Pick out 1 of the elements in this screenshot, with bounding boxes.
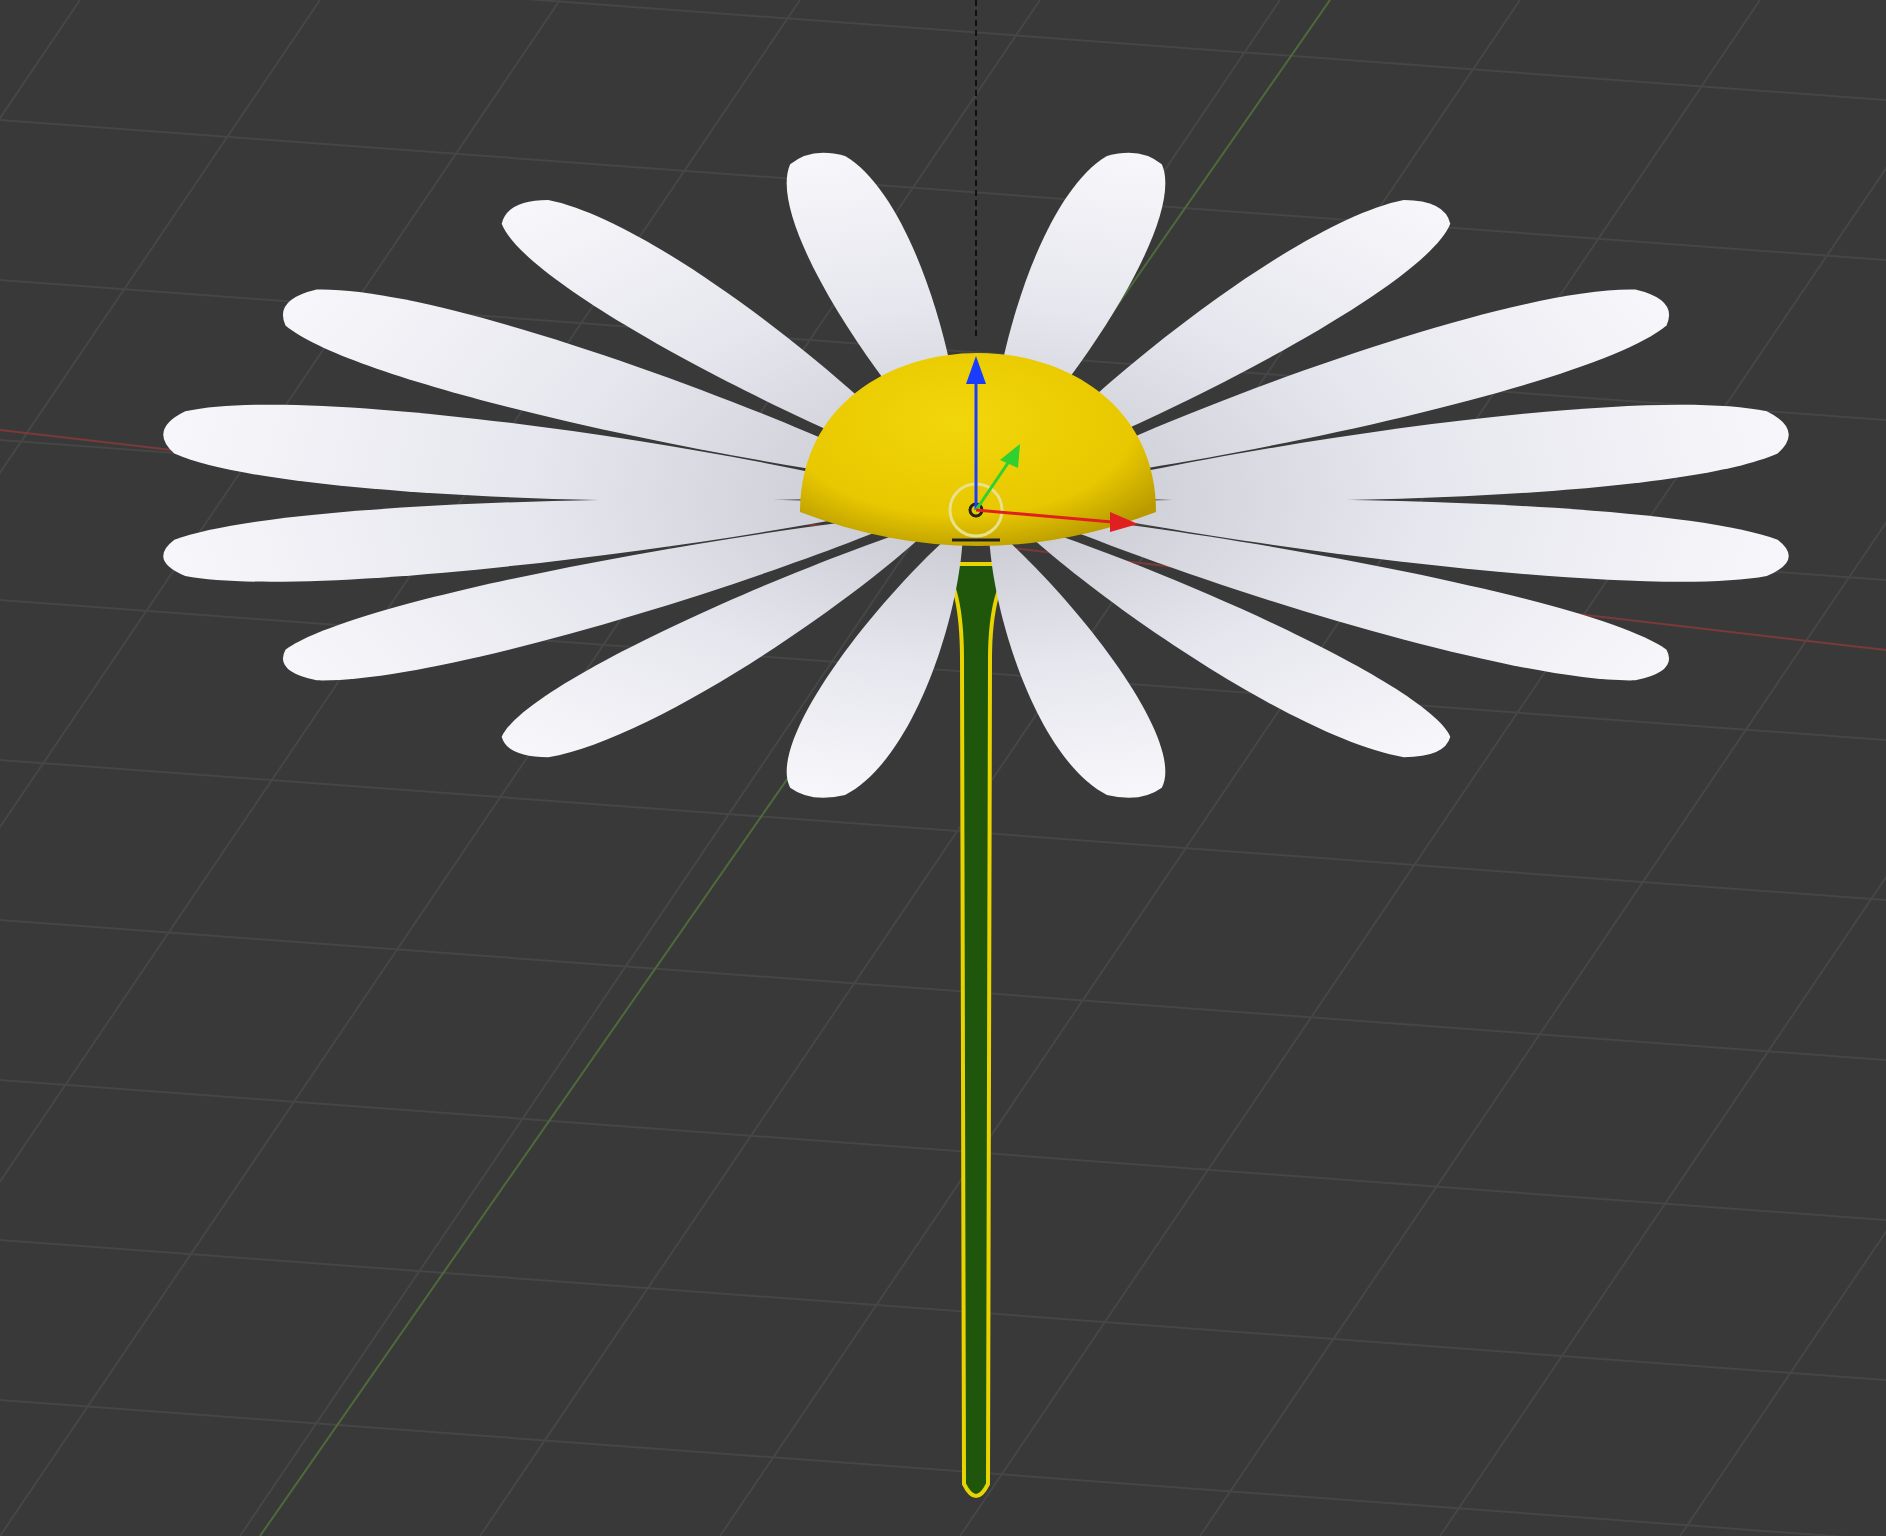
transform-gizmo-drawing[interactable] xyxy=(948,356,1138,542)
